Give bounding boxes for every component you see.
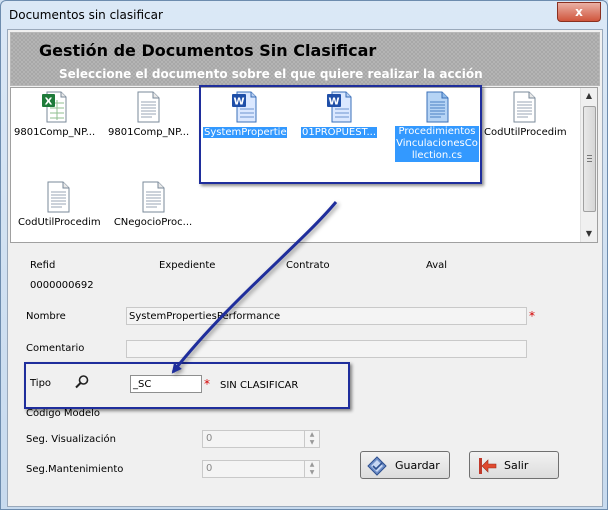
annotation-arrow-icon (171, 201, 338, 374)
